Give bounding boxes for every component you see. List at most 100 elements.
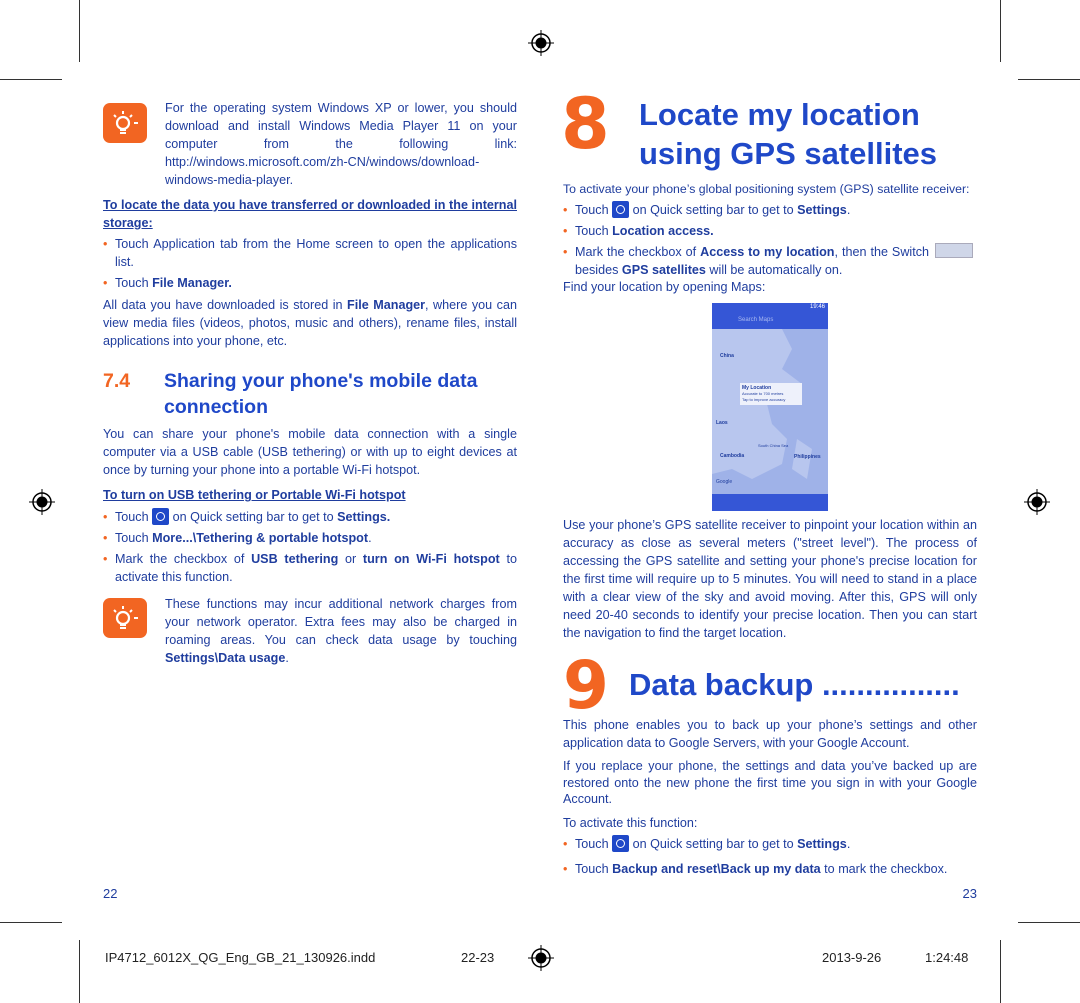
text: to mark the checkbox.: [820, 861, 948, 876]
file-manager-paragraph: All data you have downloaded is stored i…: [103, 296, 517, 350]
popup-hint: Tap to improve accuracy: [742, 397, 786, 402]
bold-text: Settings.: [337, 510, 391, 524]
text: If you replace your phone, the settings …: [563, 759, 977, 806]
footer-time: 1:24:48: [925, 950, 969, 965]
crop-mark: [1000, 940, 1001, 1003]
registration-mark-icon: [528, 30, 554, 56]
text: on Quick setting bar to get to: [169, 510, 338, 524]
bold-text: Settings: [797, 836, 847, 851]
text: Touch: [575, 861, 613, 876]
text: All data you have downloaded is stored i…: [103, 298, 348, 312]
tethering-bullets: Touch on Quick setting bar to get to Set…: [103, 508, 517, 589]
text: on Quick setting bar to get to: [629, 203, 798, 217]
gps-bullets: Touch on Quick setting bar to get to Set…: [563, 201, 977, 282]
backup-paragraph: This phone enables you to back up your p…: [563, 716, 977, 752]
section-number: 7.4: [103, 370, 131, 392]
tethering-paragraph: You can share your phone's mobile data c…: [103, 425, 517, 479]
section-title: Sharing your phone's mobile data connect…: [164, 370, 478, 418]
text: These functions may incur additional net…: [165, 597, 517, 647]
find-location-text: Find your location by opening Maps:: [563, 278, 765, 296]
text: This phone enables you to back up your p…: [563, 718, 977, 750]
footer-pages: 22-23: [461, 950, 495, 965]
map-label: China: [720, 353, 734, 359]
text: Use your phone’s GPS satellite receiver …: [563, 518, 977, 640]
chapter-number: 9: [563, 647, 609, 724]
crop-mark: [1018, 79, 1080, 80]
footer-filename: IP4712_6012X_QG_Eng_GB_21_130926.indd: [105, 950, 376, 965]
map-label: South China Sea: [758, 443, 789, 448]
text: .: [846, 203, 851, 217]
map-search-bar: Search Maps: [712, 312, 828, 329]
text: , then the Switch: [834, 245, 933, 259]
registration-mark-icon: [1024, 489, 1050, 515]
text: Mark the checkbox of: [575, 245, 701, 259]
text: Mark the checkbox of: [115, 552, 252, 566]
my-location-popup[interactable]: My Location Accurate to 700 metres Tap t…: [740, 383, 802, 405]
crop-mark: [79, 940, 80, 1003]
registration-mark-icon: [29, 489, 55, 515]
page-number-right: 23: [962, 886, 977, 901]
tip-media-player: For the operating system Windows XP or l…: [165, 99, 517, 189]
locate-data-heading: To locate the data you have transferred …: [103, 198, 517, 230]
backup-section: This phone enables you to back up your p…: [563, 716, 977, 881]
settings-gear-icon: [612, 834, 630, 852]
locate-bullets: Touch Application tab from the Home scre…: [103, 235, 517, 295]
tethering-heading: To turn on USB tethering or Portable Wi-…: [103, 488, 406, 502]
bullet-item: Touch on Quick setting bar to get to Set…: [103, 508, 517, 526]
bold-text: Location access.: [612, 224, 714, 238]
lightbulb-tip-icon: [103, 598, 147, 638]
bold-text: Settings\Data usage: [165, 651, 286, 665]
crop-mark: [0, 79, 62, 80]
maps-screenshot: 19:46 Search Maps China Laos Cambodia Ph…: [712, 303, 828, 511]
tip-network-charges: These functions may incur additional net…: [165, 595, 517, 667]
bullet-item: Touch Application tab from the Home scre…: [103, 235, 517, 271]
bold-text: File Manager.: [152, 276, 232, 290]
gps-paragraph: Use your phone’s GPS satellite receiver …: [563, 516, 977, 642]
page-number-left: 22: [103, 886, 118, 901]
text: Touch: [575, 836, 613, 851]
bold-text: GPS satellites: [621, 263, 706, 277]
bullet-item: Mark the checkbox of USB tethering or tu…: [103, 550, 517, 586]
footer-date: 2013-9-26: [822, 950, 882, 965]
bullet-item: Touch Location access.: [563, 222, 977, 240]
text: .: [846, 836, 851, 851]
bold-text: turn on Wi-Fi hotspot: [362, 552, 500, 566]
text: or: [338, 552, 363, 566]
text: on Quick setting bar to get to: [629, 836, 798, 851]
settings-gear-icon: [152, 508, 170, 525]
bullet-item: Touch More...\Tethering & portable hotsp…: [103, 529, 517, 547]
crop-mark: [79, 0, 80, 62]
chapter-number: 8: [561, 83, 610, 165]
text: .: [368, 531, 372, 545]
crop-mark: [1000, 0, 1001, 62]
crop-mark: [0, 922, 62, 923]
text: .: [285, 651, 289, 665]
bold-text: Access to my location: [700, 245, 835, 259]
text: will be automatically on.: [705, 263, 843, 277]
text: besides: [575, 263, 622, 277]
text: To activate your phone’s global position…: [563, 182, 970, 196]
text: To activate this function:: [563, 815, 698, 830]
map-bottom-bar: [712, 494, 828, 511]
bold-text: More...\Tethering & portable hotspot: [152, 531, 369, 545]
registration-mark-icon: [528, 945, 554, 971]
bullet-item: Touch File Manager.: [103, 274, 517, 292]
gps-intro: To activate your phone’s global position…: [563, 180, 983, 198]
bold-text: Settings: [797, 203, 847, 217]
status-bar: 19:46: [712, 303, 828, 312]
bullet-item: Touch on Quick setting bar to get to Set…: [563, 201, 977, 219]
map-label: Philippines: [794, 454, 821, 460]
bold-text: USB tethering: [251, 552, 339, 566]
bold-text: Backup and reset\Back up my data: [612, 861, 821, 876]
chapter-title: Locate my location using GPS satellites: [639, 97, 938, 171]
crop-mark: [1018, 922, 1080, 923]
text: Touch Application tab from the Home scre…: [115, 237, 517, 269]
bullet-item: Touch Backup and reset\Back up my data t…: [563, 860, 977, 878]
text: Touch: [115, 276, 153, 290]
map-label: Google: [716, 479, 733, 485]
text: Touch: [575, 203, 613, 217]
settings-gear-icon: [612, 201, 630, 218]
text: For the operating system Windows XP or l…: [165, 101, 517, 187]
chapter-title: Data backup ................: [629, 667, 960, 702]
backup-paragraph: If you replace your phone, the settings …: [563, 758, 977, 808]
